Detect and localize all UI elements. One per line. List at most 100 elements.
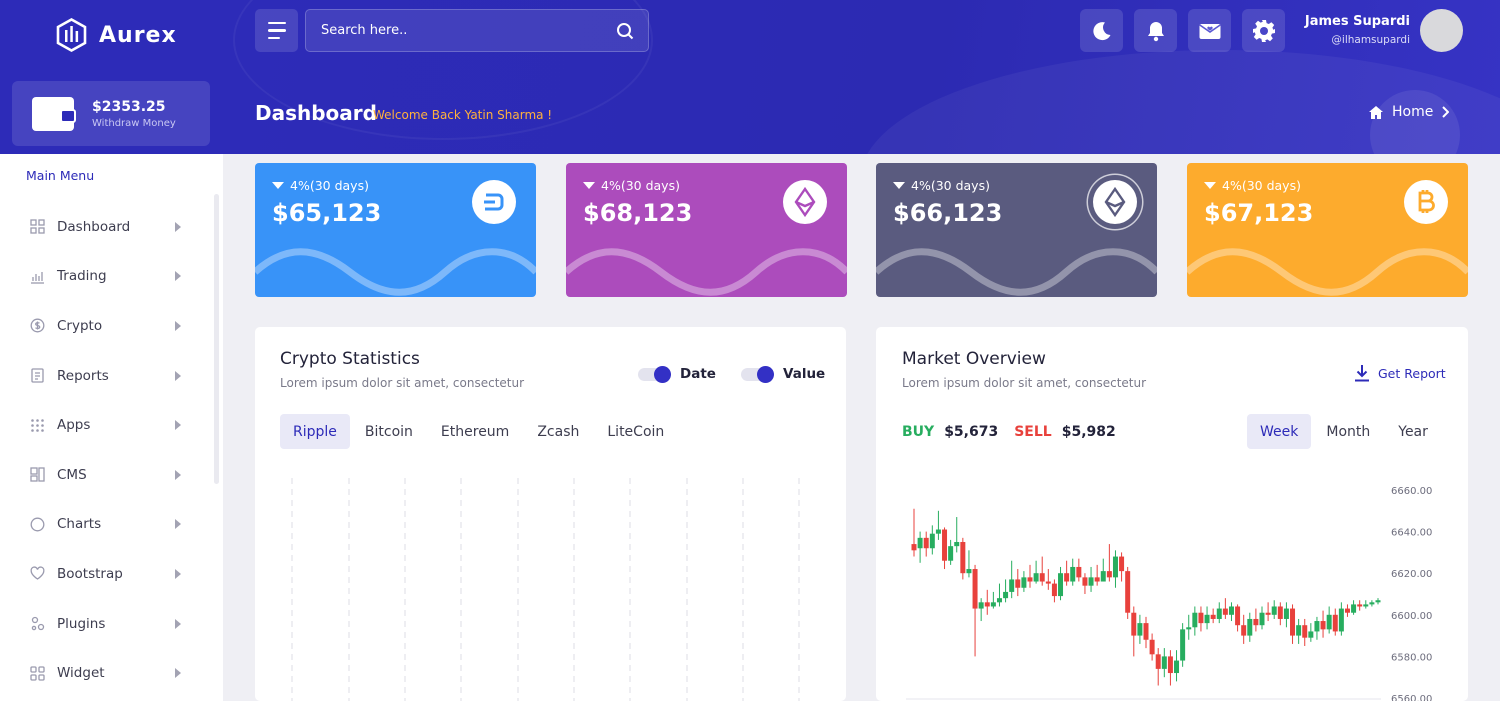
stat-card-dash[interactable]: 4%(30 days) $65,123 — [255, 163, 536, 297]
candle-down[interactable] — [1045, 581, 1051, 584]
tab-ethereum[interactable]: Ethereum — [428, 414, 522, 449]
stat-card-bitcoin[interactable]: 4%(30 days) $67,123 — [1187, 163, 1468, 297]
candle-up[interactable] — [1228, 606, 1234, 615]
candle-down[interactable] — [1131, 612, 1137, 636]
candle-down[interactable] — [972, 569, 978, 609]
candle-down[interactable] — [1302, 625, 1308, 638]
menu-toggle-button[interactable] — [255, 9, 298, 52]
candle-down[interactable] — [911, 544, 917, 551]
sidebar-item-crypto[interactable]: Crypto — [0, 301, 215, 351]
candle-up[interactable] — [1174, 660, 1180, 674]
sidebar-item-reports[interactable]: Reports — [0, 351, 215, 401]
stat-card-ethereum-alt[interactable]: 4%(30 days) $66,123 — [876, 163, 1157, 297]
breadcrumb[interactable]: Home — [1368, 104, 1450, 120]
tab-month[interactable]: Month — [1313, 414, 1383, 449]
candle-up[interactable] — [1308, 631, 1314, 638]
sidebar-item-trading[interactable]: Trading — [0, 252, 215, 302]
candle-down[interactable] — [1253, 618, 1259, 626]
candle-down[interactable] — [1064, 573, 1070, 582]
candle-up[interactable] — [1351, 604, 1357, 613]
candle-down[interactable] — [923, 537, 929, 549]
candle-up[interactable] — [929, 533, 935, 549]
candle-up[interactable] — [1003, 591, 1009, 599]
search-icon[interactable] — [616, 22, 634, 40]
candle-up[interactable] — [1369, 602, 1375, 605]
avatar[interactable] — [1420, 9, 1463, 52]
candle-down[interactable] — [1155, 654, 1161, 669]
candle-down[interactable] — [1027, 577, 1033, 582]
sidebar-item-widget[interactable]: Widget — [0, 648, 215, 698]
candle-down[interactable] — [1277, 606, 1283, 619]
candle-down[interactable] — [1143, 623, 1149, 640]
candle-down[interactable] — [960, 542, 966, 574]
sidebar-item-dashboard[interactable]: Dashboard — [0, 202, 215, 252]
candle-up[interactable] — [1161, 656, 1167, 669]
candle-up[interactable] — [1186, 627, 1192, 630]
candle-up[interactable] — [1100, 571, 1106, 582]
candle-down[interactable] — [1149, 639, 1155, 655]
tab-bitcoin[interactable]: Bitcoin — [352, 414, 426, 449]
toggle-switch[interactable] — [638, 365, 671, 383]
candle-down[interactable] — [1094, 577, 1100, 582]
sidebar-item-bootstrap[interactable]: Bootstrap — [0, 549, 215, 599]
candle-up[interactable] — [954, 542, 960, 547]
candle-up[interactable] — [1338, 608, 1344, 632]
tab-litecoin[interactable]: LiteCoin — [594, 414, 677, 449]
candle-down[interactable] — [1222, 608, 1228, 615]
tab-year[interactable]: Year — [1385, 414, 1441, 449]
candle-down[interactable] — [1210, 614, 1216, 619]
sidebar-item-cms[interactable]: CMS — [0, 450, 215, 500]
candle-up[interactable] — [1363, 604, 1369, 607]
candle-up[interactable] — [1009, 579, 1015, 592]
candle-up[interactable] — [1088, 577, 1094, 586]
candle-down[interactable] — [1106, 571, 1112, 578]
candle-down[interactable] — [942, 529, 948, 561]
candle-down[interactable] — [1119, 556, 1125, 572]
sidebar-item-apps[interactable]: Apps — [0, 400, 215, 450]
tab-zcash[interactable]: Zcash — [524, 414, 592, 449]
dark-mode-button[interactable] — [1080, 9, 1123, 52]
tab-ripple[interactable]: Ripple — [280, 414, 350, 449]
candle-up[interactable] — [1283, 608, 1289, 619]
candle-up[interactable] — [1204, 614, 1210, 624]
candle-up[interactable] — [996, 598, 1002, 603]
date-toggle[interactable]: Date — [638, 365, 716, 383]
candle-up[interactable] — [1192, 612, 1198, 628]
tab-week[interactable]: Week — [1247, 414, 1312, 449]
candle-up[interactable] — [1375, 600, 1381, 603]
candle-up[interactable] — [1058, 573, 1064, 597]
stat-card-ethereum[interactable]: 4%(30 days) $68,123 — [566, 163, 847, 297]
toggle-switch[interactable] — [741, 365, 774, 383]
candle-up[interactable] — [1296, 625, 1302, 636]
messages-button[interactable] — [1188, 9, 1231, 52]
candle-up[interactable] — [1033, 573, 1039, 582]
candle-up[interactable] — [917, 537, 923, 549]
candle-down[interactable] — [1015, 579, 1021, 588]
wallet-card[interactable]: $2353.25 Withdraw Money — [12, 81, 210, 146]
candle-down[interactable] — [1167, 656, 1173, 674]
candle-up[interactable] — [978, 602, 984, 609]
candle-up[interactable] — [990, 602, 996, 607]
notifications-button[interactable] — [1134, 9, 1177, 52]
candle-up[interactable] — [935, 529, 941, 534]
withdraw-money-link[interactable]: Withdraw Money — [92, 118, 176, 129]
candle-down[interactable] — [1082, 577, 1088, 586]
candle-down[interactable] — [1125, 571, 1131, 613]
candle-up[interactable] — [1247, 618, 1253, 636]
candle-up[interactable] — [1326, 614, 1332, 630]
candle-up[interactable] — [1137, 623, 1143, 636]
candle-up[interactable] — [1021, 577, 1027, 588]
candle-down[interactable] — [1357, 604, 1363, 607]
candle-down[interactable] — [1051, 583, 1057, 597]
candle-down[interactable] — [1344, 608, 1350, 613]
candle-up[interactable] — [1314, 621, 1320, 632]
candle-up[interactable] — [1271, 606, 1277, 615]
candle-up[interactable] — [1259, 612, 1265, 626]
candle-up[interactable] — [1180, 629, 1186, 661]
get-report-button[interactable]: Get Report — [1354, 364, 1446, 382]
sidebar-item-plugins[interactable]: Plugins — [0, 599, 215, 649]
candle-down[interactable] — [984, 602, 990, 607]
candle-down[interactable] — [1265, 612, 1271, 615]
value-toggle[interactable]: Value — [741, 365, 825, 383]
candle-down[interactable] — [1198, 612, 1204, 624]
